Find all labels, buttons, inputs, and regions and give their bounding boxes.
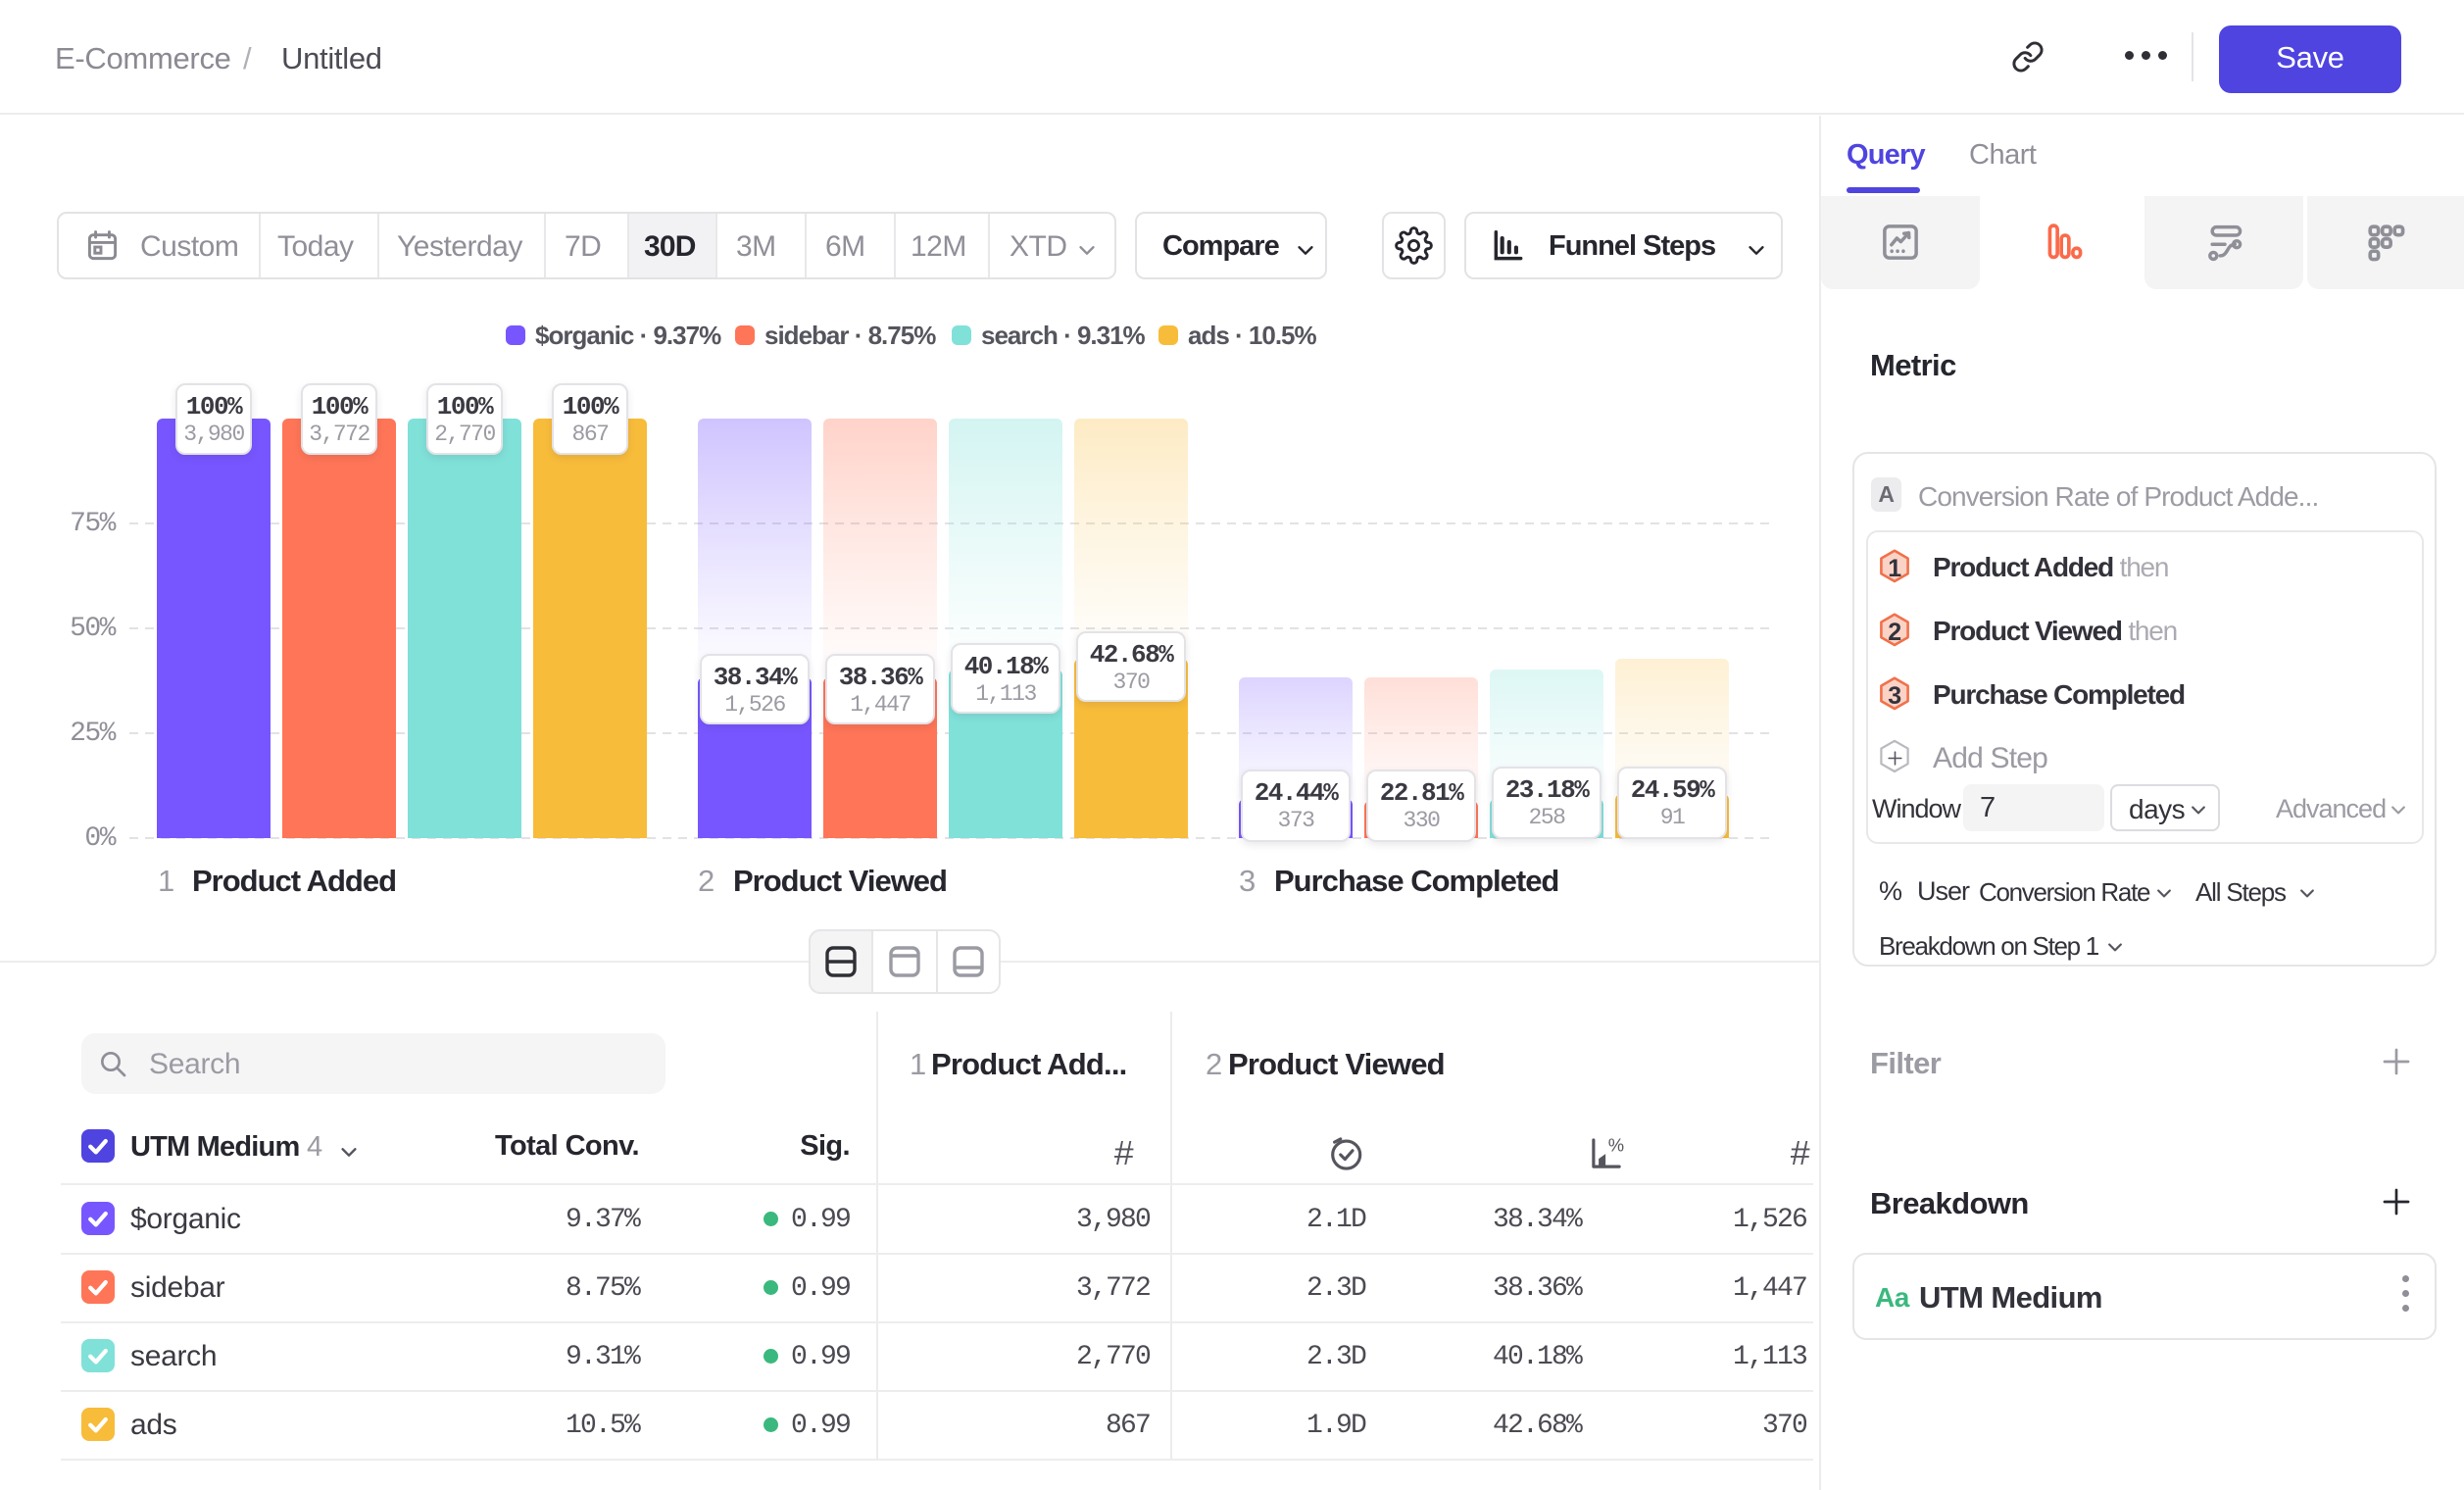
svg-text:%: % — [1608, 1134, 1624, 1155]
